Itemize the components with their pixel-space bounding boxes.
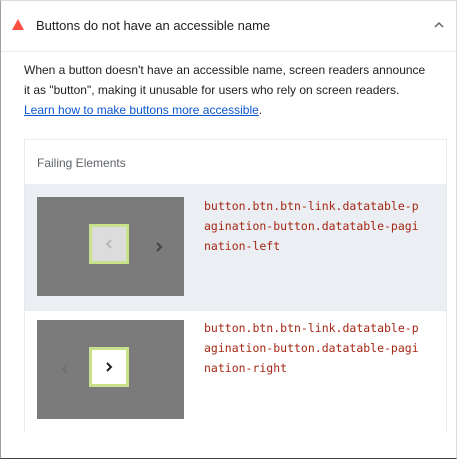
highlighted-element-box bbox=[89, 224, 129, 264]
chevron-up-icon[interactable] bbox=[432, 18, 446, 32]
audit-title: Buttons do not have an accessible name bbox=[36, 18, 271, 33]
element-screenshot-thumbnail bbox=[37, 197, 184, 296]
chevron-left-icon bbox=[105, 239, 112, 249]
table-row[interactable]: button.btn.btn-link.datatable-pagination… bbox=[25, 184, 446, 310]
audit-panel: Buttons do not have an accessible name W… bbox=[0, 0, 457, 459]
audit-header[interactable]: Buttons do not have an accessible name bbox=[1, 1, 456, 52]
failing-elements-table: Failing Elements button.btn.btn-link.dat… bbox=[24, 139, 447, 432]
element-screenshot-thumbnail bbox=[37, 320, 184, 419]
fail-triangle-icon bbox=[12, 19, 24, 30]
highlighted-element-box bbox=[89, 347, 129, 387]
element-selector[interactable]: button.btn.btn-link.datatable-pagination… bbox=[204, 318, 424, 378]
table-row[interactable]: button.btn.btn-link.datatable-pagination… bbox=[25, 310, 446, 432]
chevron-left-icon bbox=[61, 364, 68, 374]
chevron-right-icon bbox=[156, 242, 163, 252]
element-selector[interactable]: button.btn.btn-link.datatable-pagination… bbox=[204, 196, 424, 256]
learn-more-link[interactable]: Learn how to make buttons more accessibl… bbox=[24, 103, 259, 117]
description-end: . bbox=[258, 103, 263, 117]
chevron-right-icon bbox=[106, 362, 113, 372]
table-header: Failing Elements bbox=[37, 156, 126, 170]
description-text: When a button doesn't have an accessible… bbox=[24, 63, 426, 97]
audit-description: When a button doesn't have an accessible… bbox=[24, 60, 432, 120]
